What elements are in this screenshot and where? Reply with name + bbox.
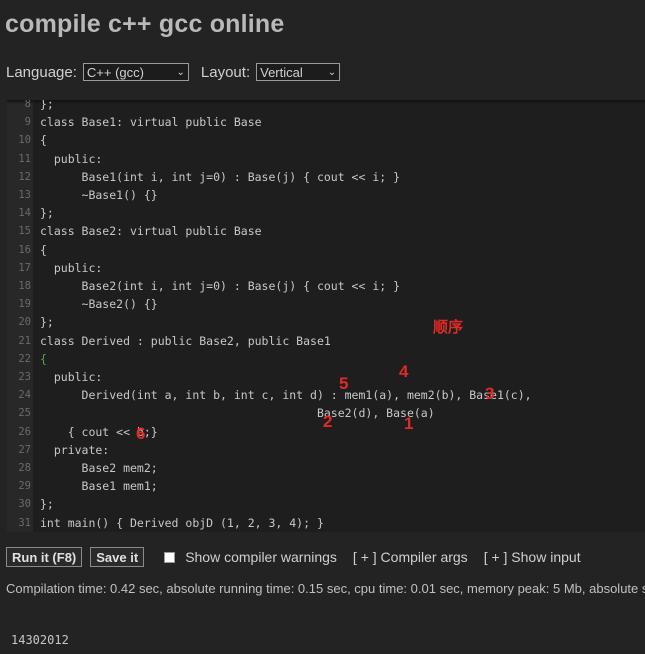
- code-line[interactable]: 15 class Base2: virtual public Base: [7, 222, 645, 240]
- line-number: 17: [18, 261, 31, 274]
- line-number: 14: [18, 207, 31, 220]
- toolbar: Run it (F8) Save it Show compiler warnin…: [6, 546, 597, 568]
- code-text: private:: [40, 442, 110, 457]
- code-text: public:: [40, 260, 103, 275]
- code-line[interactable]: 20};: [7, 313, 645, 331]
- line-number: 24: [18, 389, 31, 402]
- code-line[interactable]: 29 Base1 mem1;: [7, 477, 645, 495]
- code-line[interactable]: 24 Derived(int a, int b, int c, int d) :…: [7, 386, 645, 404]
- code-text: };: [40, 206, 54, 221]
- line-number: 26: [18, 425, 31, 438]
- chevron-down-icon: ⌄: [327, 66, 337, 78]
- line-number: 10: [18, 134, 31, 147]
- code-line[interactable]: 12 Base1(int i, int j=0) : Base(j) { cou…: [7, 168, 645, 186]
- code-text: };: [40, 315, 54, 330]
- code-line[interactable]: 31 int main() { Derived objD (1, 2, 3, 4)…: [7, 514, 645, 532]
- line-number: 22: [18, 352, 31, 365]
- code-text: };: [40, 100, 54, 111]
- code-text: };: [40, 497, 54, 512]
- code-text: ~Base2() {}: [40, 297, 158, 312]
- annotation-number-6: 6: [136, 424, 146, 443]
- compiler-warnings-label[interactable]: Show compiler warnings: [185, 549, 337, 565]
- code-text: Base1(int i, int j=0) : Base(j) { cout <…: [40, 169, 401, 184]
- annotation-order-label: 顺序: [433, 319, 464, 336]
- code-text: Derived(int a, int b, int c, int d) : me…: [40, 388, 532, 403]
- line-number: 18: [18, 280, 31, 292]
- code-line[interactable]: 19 ~Base2() {}: [7, 295, 645, 313]
- code-line[interactable]: 18 Base2(int i, int j=0) : Base(j) { cou…: [7, 277, 645, 295]
- code-text: Base1 mem1;: [40, 479, 158, 494]
- code-line[interactable]: 27 private:: [7, 441, 645, 459]
- code-line[interactable]: 22 {: [7, 350, 645, 368]
- code-text: Base2(int i, int j=0) : Base(j) { cout <…: [40, 279, 401, 293]
- line-number: 12: [18, 170, 31, 183]
- code-line[interactable]: 8};: [7, 100, 645, 113]
- code-text: public:: [40, 370, 103, 384]
- language-select-value: C++ (gcc): [86, 64, 144, 80]
- compiler-warnings-checkbox[interactable]: [164, 551, 176, 563]
- run-button[interactable]: Run it (F8): [6, 547, 83, 567]
- code-line[interactable]: 14};: [7, 204, 645, 222]
- save-button[interactable]: Save it: [90, 547, 145, 567]
- annotation-number-3: 3: [485, 384, 495, 403]
- chevron-down-icon: ⌄: [176, 66, 185, 78]
- line-number: 11: [18, 152, 31, 165]
- annotation-number-5: 5: [339, 374, 349, 393]
- compilation-stats: Compilation time: 0.42 sec, absolute run…: [6, 581, 645, 596]
- code-line[interactable]: 11 public:: [7, 150, 645, 168]
- line-number: 8: [24, 100, 31, 110]
- line-number: 13: [18, 189, 31, 201]
- line-number: 25: [18, 407, 31, 420]
- options-bar: Language: C++ (gcc) ⌄ Layout: Vertical ⌄: [6, 61, 352, 83]
- line-number: 31: [18, 516, 31, 529]
- line-number: 19: [18, 298, 31, 311]
- compiler-args-toggle[interactable]: [ + ] Compiler args: [353, 549, 468, 565]
- code-line[interactable]: 30};: [7, 495, 645, 513]
- code-line[interactable]: 28 Base2 mem2;: [7, 459, 645, 477]
- show-input-toggle[interactable]: [ + ] Show input: [484, 549, 581, 565]
- annotation-number-1: 1: [404, 414, 414, 433]
- line-number: 30: [18, 498, 31, 511]
- code-text: class Base2: virtual public Base: [40, 224, 262, 239]
- code-line[interactable]: 13 ~Base1() {}: [7, 186, 645, 204]
- code-line[interactable]: 16 {: [7, 241, 645, 259]
- code-text: class Derived : public Base2, public Bas…: [40, 333, 331, 348]
- line-number: 15: [18, 225, 31, 238]
- language-select[interactable]: C++ (gcc) ⌄: [82, 63, 189, 81]
- annotation-number-4: 4: [399, 362, 409, 381]
- line-number: 16: [18, 243, 31, 256]
- code-text: {: [40, 133, 47, 148]
- line-number: 29: [18, 480, 31, 493]
- code-text: Base2(d), Base(a): [40, 406, 435, 421]
- code-line[interactable]: 9 class Base1: virtual public Base: [7, 113, 645, 131]
- line-number: 23: [18, 371, 31, 383]
- language-label: Language:: [6, 63, 77, 81]
- program-output: 14302012: [11, 633, 69, 647]
- code-text: {: [40, 242, 47, 257]
- code-line[interactable]: 17 public:: [7, 259, 645, 277]
- line-number: 21: [18, 334, 31, 347]
- code-line[interactable]: 10 {: [7, 131, 645, 149]
- code-text: class Base1: virtual public Base: [40, 115, 262, 130]
- layout-label: Layout:: [200, 63, 251, 81]
- code-text: {: [40, 351, 47, 366]
- line-number: 20: [18, 316, 31, 329]
- page-title: compile c++ gcc online: [5, 10, 285, 38]
- layout-select-value: Vertical: [260, 64, 303, 80]
- code-text: ~Base1() {}: [40, 188, 158, 202]
- code-line[interactable]: 21 class Derived : public Base2, public B…: [7, 332, 645, 350]
- line-number: 27: [18, 443, 31, 456]
- line-number: 9: [24, 116, 31, 129]
- annotation-number-2: 2: [323, 412, 333, 431]
- code-editor[interactable]: 8}; 9 class Base1: virtual public Base 10 {1…: [7, 100, 645, 532]
- code-text: int main() { Derived objD (1, 2, 3, 4); …: [40, 515, 324, 530]
- code-text: Base2 mem2;: [40, 461, 158, 475]
- layout-select[interactable]: Vertical ⌄: [256, 63, 341, 81]
- code-text: public:: [40, 151, 103, 166]
- line-number: 28: [18, 462, 31, 474]
- code-line[interactable]: 23 public:: [7, 368, 645, 386]
